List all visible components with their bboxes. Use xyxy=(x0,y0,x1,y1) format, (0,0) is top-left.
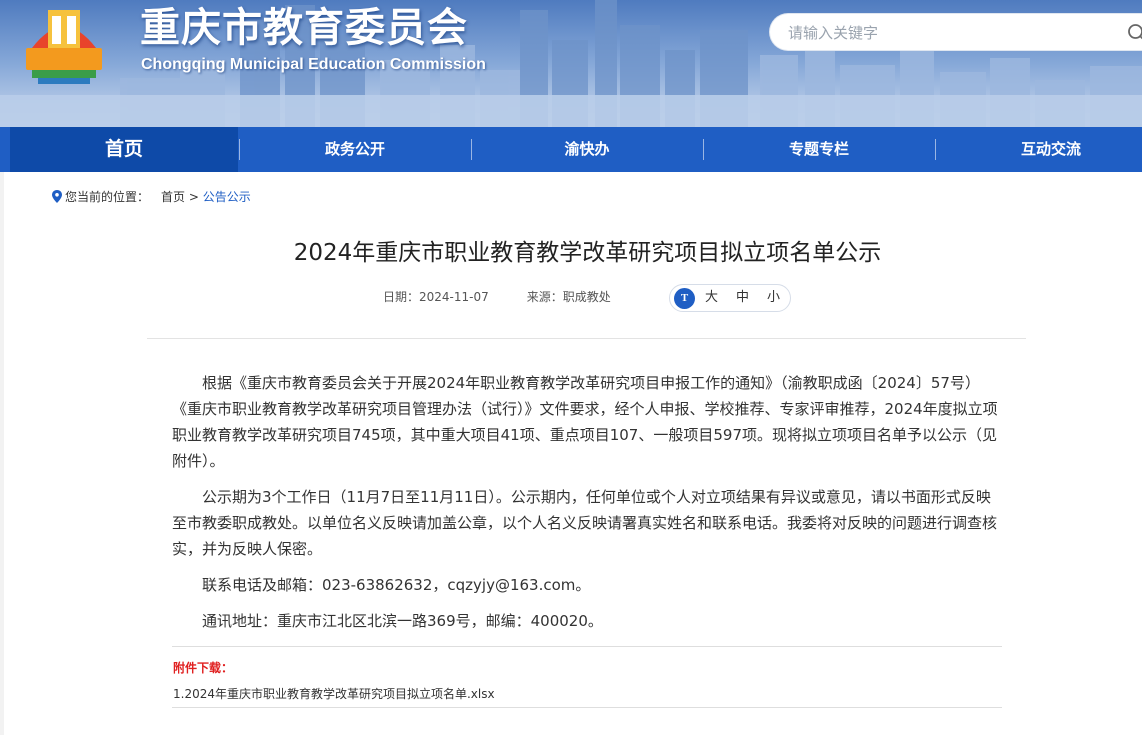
nav-item-government-affairs[interactable]: 政务公开 xyxy=(240,127,470,172)
article-paragraph: 根据《重庆市教育委员会关于开展2024年职业教育教学改革研究项目申报工作的通知》… xyxy=(172,374,998,470)
attachment-link[interactable]: 1.2024年重庆市职业教育教学改革研究项目拟立项名单.xlsx xyxy=(173,686,495,702)
site-title: 重庆市教育委员会 xyxy=(140,5,468,51)
search-icon[interactable] xyxy=(1127,23,1142,43)
location-pin-icon xyxy=(52,190,62,203)
attachments-label: 附件下载： xyxy=(173,661,234,675)
font-size-switcher: T 大 中 小 xyxy=(669,284,791,312)
breadcrumb-home-link[interactable]: 首页 xyxy=(161,190,185,204)
article-source: 来源：职成教处 xyxy=(526,290,611,304)
article-meta: 日期：2024-11-07 来源：职成教处 xyxy=(383,288,611,306)
nav-item-interaction[interactable]: 互动交流 xyxy=(936,127,1142,172)
site-subtitle: Chongqing Municipal Education Commission xyxy=(141,56,486,73)
title-divider xyxy=(147,338,1026,339)
font-size-medium-button[interactable]: 中 xyxy=(736,290,749,306)
education-commission-logo xyxy=(26,10,102,84)
site-header: 重庆市教育委员会 Chongqing Municipal Education C… xyxy=(0,0,1142,127)
nav-item-yukuaiban[interactable]: 渝快办 xyxy=(472,127,702,172)
nav-item-home[interactable]: 首页 xyxy=(10,127,238,172)
attachments-divider xyxy=(172,646,1002,647)
main-nav: 首页 政务公开 渝快办 专题专栏 互动交流 xyxy=(0,127,1142,172)
font-size-small-button[interactable]: 小 xyxy=(767,290,780,306)
nav-item-special-topics[interactable]: 专题专栏 xyxy=(704,127,934,172)
article-paragraph: 联系电话及邮箱：023-63862632，cqzyjy@163.com。 xyxy=(202,576,591,594)
breadcrumb: 您当前的位置： 首页 > 公告公示 xyxy=(52,188,251,206)
page-left-edge xyxy=(0,172,4,735)
article-paragraph: 公示期为3个工作日（11月7日至11月11日）。公示期内，任何单位或个人对立项结… xyxy=(172,488,998,558)
breadcrumb-prefix: 您当前的位置： xyxy=(65,190,150,204)
article-paragraph: 通讯地址：重庆市江北区北滨一路369号，邮编：400020。 xyxy=(202,612,603,630)
attachments-bottom-divider xyxy=(172,707,1002,708)
article-body: 根据《重庆市教育委员会关于开展2024年职业教育教学改革研究项目申报工作的通知》… xyxy=(172,370,1002,644)
breadcrumb-current-link[interactable]: 公告公示 xyxy=(203,190,251,204)
search-input[interactable] xyxy=(788,22,1108,44)
breadcrumb-separator: > xyxy=(188,190,199,204)
font-size-large-button[interactable]: 大 xyxy=(705,290,718,306)
text-size-icon: T xyxy=(674,288,695,309)
article-title: 2024年重庆市职业教育教学改革研究项目拟立项名单公示 xyxy=(293,240,882,266)
article-date: 日期：2024-11-07 xyxy=(383,290,489,304)
search-box xyxy=(769,13,1142,51)
